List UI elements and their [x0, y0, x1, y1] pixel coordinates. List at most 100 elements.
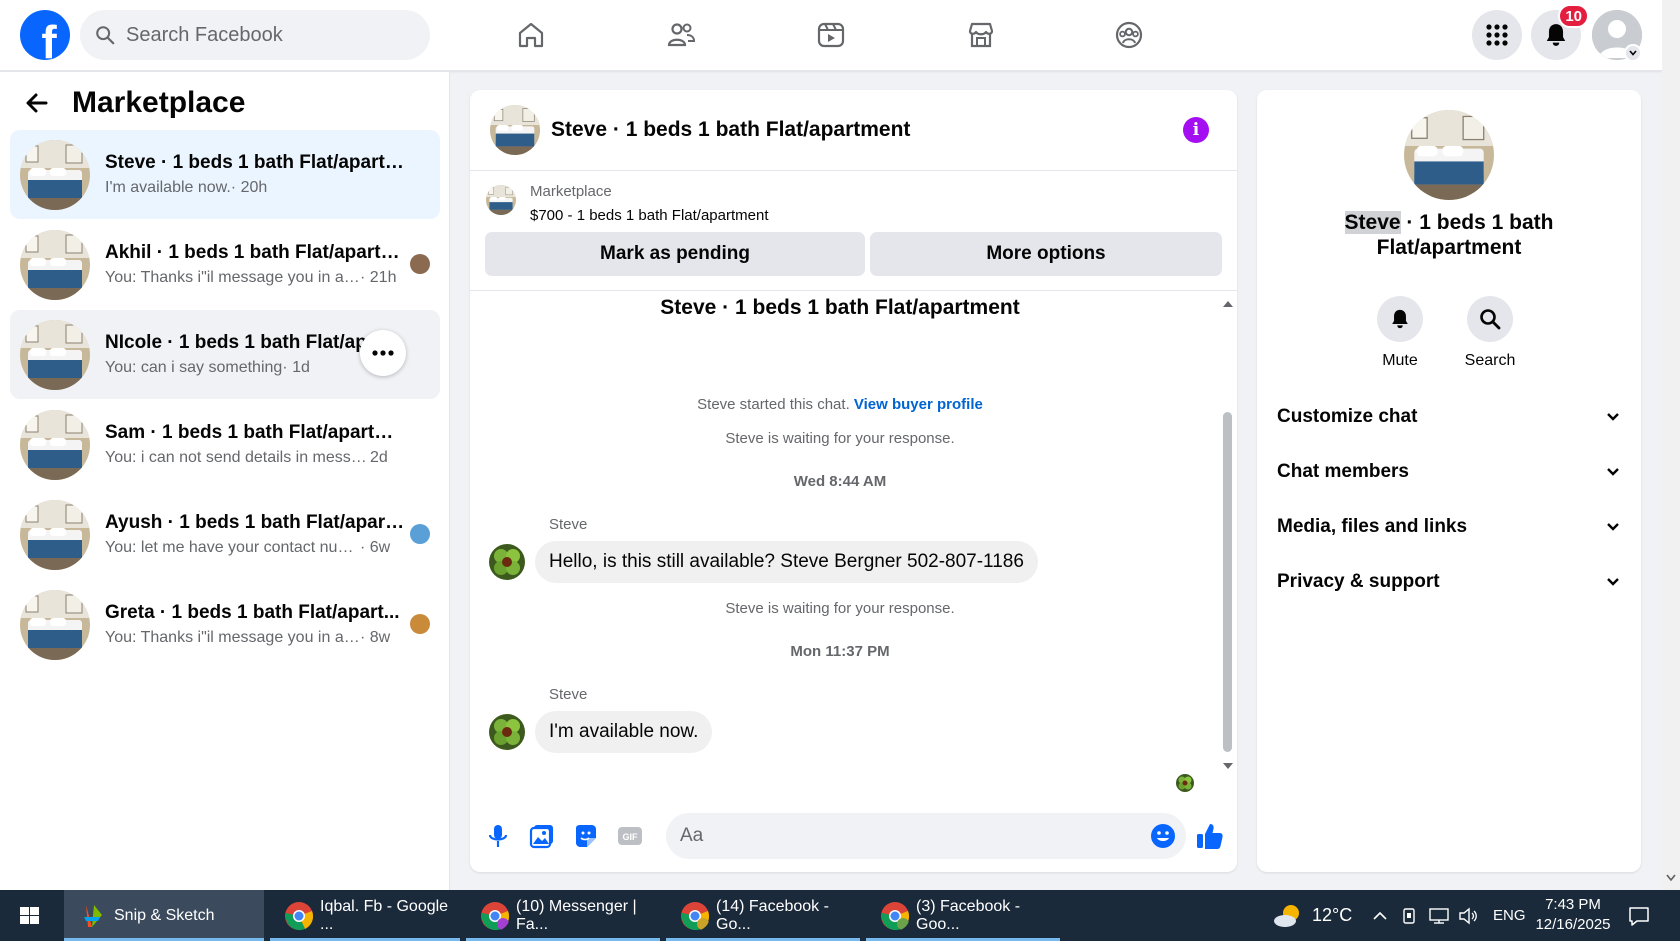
bell-icon: [1392, 309, 1408, 329]
video-nav-icon[interactable]: [810, 14, 852, 56]
chat-members-section[interactable]: Chat members: [1277, 452, 1621, 492]
taskbar-app-chrome-3[interactable]: (14) Facebook - Go...: [666, 890, 860, 941]
friends-nav-icon[interactable]: [660, 14, 702, 56]
conversation-item[interactable]: Ayush · 1 beds 1 bath Flat/apart... You:…: [10, 490, 440, 579]
privacy-support-section[interactable]: Privacy & support: [1277, 562, 1621, 602]
message-input[interactable]: [680, 825, 1120, 847]
message-input-field[interactable]: [666, 813, 1186, 859]
chrome-icon: [285, 901, 314, 930]
sender-avatar[interactable]: [489, 544, 525, 580]
clock[interactable]: 7:43 PM 12/16/2025: [1532, 895, 1614, 935]
facebook-logo[interactable]: f: [20, 10, 70, 60]
listing-label: Marketplace: [530, 183, 612, 200]
customize-chat-section[interactable]: Customize chat: [1277, 397, 1621, 437]
chat-scrollbar-thumb[interactable]: [1223, 412, 1232, 752]
sticker-icon[interactable]: [572, 822, 600, 850]
more-options-button[interactable]: [360, 330, 406, 376]
search-input[interactable]: [126, 23, 396, 47]
taskbar-app-snip-sketch[interactable]: Snip & Sketch: [64, 890, 264, 941]
details-listing-photo[interactable]: [1404, 110, 1494, 200]
device-icon[interactable]: [1400, 907, 1418, 925]
listing-small-thumbnail[interactable]: [486, 185, 516, 215]
back-arrow-icon[interactable]: [24, 90, 50, 116]
chrome-icon: [681, 901, 710, 930]
groups-nav-icon[interactable]: [1108, 14, 1150, 56]
chat-title[interactable]: Steve · 1 beds 1 bath Flat/apartment: [551, 118, 910, 142]
chat-header: Steve · 1 beds 1 bath Flat/apartment i: [470, 90, 1237, 171]
chevron-down-icon: [1607, 413, 1619, 421]
photo-icon[interactable]: [528, 822, 556, 850]
conversation-time: 2d: [370, 449, 388, 466]
conversation-item[interactable]: NIcole · 1 beds 1 bath Flat/apar... You:…: [10, 310, 440, 399]
conversation-name: Akhil · 1 beds 1 bath Flat/apartm...: [105, 242, 405, 263]
more-options-button[interactable]: More options: [870, 232, 1222, 276]
chat-listing-thumbnail[interactable]: [490, 105, 540, 155]
conversation-time: · 8w: [360, 629, 391, 646]
conversation-snippet: You: Thanks i"il message you in a ...: [105, 269, 360, 286]
conversation-snippet: You: i can not send details in messang..…: [105, 449, 370, 466]
window-scrollbar[interactable]: [1662, 0, 1680, 890]
gif-icon[interactable]: GIF: [616, 822, 644, 850]
conversation-name: Sam · 1 beds 1 bath Flat/apartment: [105, 422, 405, 443]
taskbar-app-chrome-1[interactable]: Iqbal. Fb - Google ...: [270, 890, 460, 941]
search-bar[interactable]: [80, 10, 430, 60]
taskbar-app-chrome-2[interactable]: (10) Messenger | Fa...: [466, 890, 660, 941]
marketplace-nav-icon[interactable]: [960, 14, 1002, 56]
snip-sketch-icon: [84, 904, 102, 927]
language-indicator[interactable]: ENG: [1493, 890, 1526, 941]
mute-action[interactable]: Mute: [1360, 296, 1440, 370]
taskbar-app-chrome-4[interactable]: (3) Facebook - Goo...: [866, 890, 1060, 941]
message-composer: GIF: [470, 800, 1237, 872]
listing-price[interactable]: $700 - 1 beds 1 bath Flat/apartment: [530, 207, 768, 224]
conversation-name: Steve · 1 beds 1 bath Flat/apartment: [105, 152, 405, 173]
weather-cloud-sun-icon: [1274, 904, 1299, 927]
windows-start-icon[interactable]: [10, 902, 50, 930]
like-thumb-icon[interactable]: [1194, 820, 1226, 852]
search-action[interactable]: Search: [1450, 296, 1530, 370]
sender-name: Steve: [549, 516, 588, 533]
mark-as-pending-button[interactable]: Mark as pending: [485, 232, 865, 276]
home-nav-icon[interactable]: [510, 14, 552, 56]
seen-avatar: [410, 524, 430, 544]
conversation-item[interactable]: Akhil · 1 beds 1 bath Flat/apartm... You…: [10, 220, 440, 309]
search-icon: [96, 26, 115, 45]
clock-time: 7:43 PM: [1545, 896, 1601, 913]
clock-date: 12/16/2025: [1535, 916, 1611, 933]
microphone-icon[interactable]: [484, 822, 512, 850]
menu-grid-button[interactable]: [1472, 10, 1522, 60]
conversation-item[interactable]: Steve · 1 beds 1 bath Flat/apartment I'm…: [10, 130, 440, 219]
view-buyer-profile-link[interactable]: View buyer profile: [854, 396, 983, 413]
listing-thumbnail: [20, 320, 90, 390]
temperature: 12°C: [1312, 905, 1353, 925]
conversation-item[interactable]: Greta · 1 beds 1 bath Flat/apart... You:…: [10, 580, 440, 669]
volume-icon[interactable]: [1458, 907, 1480, 925]
info-icon[interactable]: i: [1183, 117, 1209, 143]
conversation-item[interactable]: Sam · 1 beds 1 bath Flat/apartment You: …: [10, 400, 440, 489]
account-menu-chevron-icon[interactable]: [1624, 44, 1642, 62]
search-label: Search: [1464, 352, 1516, 369]
conversation-name: Greta · 1 beds 1 bath Flat/apart...: [105, 602, 400, 623]
sender-avatar[interactable]: [489, 714, 525, 750]
message-bubble[interactable]: Hello, is this still available? Steve Be…: [535, 541, 1038, 583]
media-files-links-section[interactable]: Media, files and links: [1277, 507, 1621, 547]
chevron-up-icon[interactable]: [1372, 908, 1388, 924]
notification-center-icon[interactable]: [1628, 905, 1650, 927]
network-icon[interactable]: [1428, 907, 1450, 925]
listing-thumbnail: [20, 140, 90, 210]
message-bubble[interactable]: I'm available now.: [535, 711, 713, 753]
read-receipt-avatar: [1176, 774, 1194, 792]
seen-avatar: [410, 614, 430, 634]
weather-widget[interactable]: 12°C: [1272, 890, 1352, 941]
emoji-icon[interactable]: [1150, 823, 1176, 849]
message-thread: Steve · 1 beds 1 bath Flat/apartment Ste…: [470, 292, 1237, 800]
scroll-up-arrow-icon[interactable]: [1222, 298, 1234, 308]
more-dots-icon: [372, 350, 394, 356]
timestamp: Wed 8:44 AM: [793, 473, 887, 490]
scroll-down-arrow-icon[interactable]: [1222, 762, 1234, 772]
notifications-button[interactable]: 10: [1531, 4, 1589, 60]
conversation-snippet: I'm available now.: [105, 179, 231, 196]
marketplace-sidebar: Marketplace Steve · 1 beds 1 bath Flat/a…: [0, 72, 450, 890]
details-title-rest: · 1 beds 1 bath Flat/apartment: [1376, 211, 1554, 259]
scroll-down-arrow-icon[interactable]: [1666, 874, 1676, 882]
thread-title: Steve · 1 beds 1 bath Flat/apartment: [660, 296, 1020, 319]
